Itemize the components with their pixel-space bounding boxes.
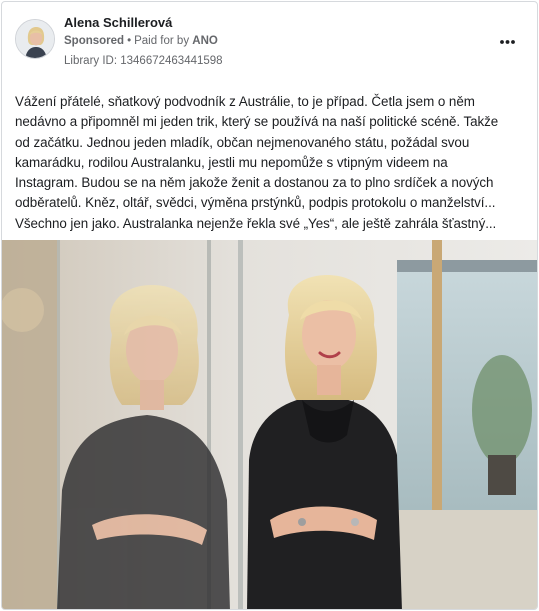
post-text-line: nedávno a připomněl mi jeden trik, který… xyxy=(15,114,499,130)
post-text-line: Všechno jen jako. Australanka nejenže ře… xyxy=(15,215,497,231)
profile-photo xyxy=(16,20,54,58)
post-text: Vážení přátelé, sňatkový podvodník z Aus… xyxy=(15,92,527,234)
post-header: Alena Schillerová Sponsored • Paid for by … xyxy=(2,2,537,82)
post-text-line: kamarádku, rodilou Australanku, jestli m… xyxy=(15,154,448,170)
library-id: Library ID: 1346672463441598 xyxy=(64,55,223,67)
post-text-line: od začátku. Jednou jeden mladík, občan n… xyxy=(15,134,470,150)
avatar[interactable] xyxy=(15,19,55,59)
separator-dot: • xyxy=(127,35,132,47)
post-image[interactable] xyxy=(2,240,537,609)
post-text-line: Vážení přátelé, sňatkový podvodník z Aus… xyxy=(15,94,475,109)
payer-name: ANO xyxy=(192,35,218,47)
post-text-line: odběratelů. Kněz, oltář, svědci, výměna … xyxy=(15,195,496,211)
sponsored-label: Sponsored xyxy=(64,35,125,47)
more-options-button[interactable] xyxy=(490,30,524,54)
post-text-line: Instagram. Budou se na něm jakože ženit … xyxy=(15,175,494,191)
more-horizontal-icon xyxy=(500,40,515,44)
paid-for-label: Paid for by xyxy=(134,35,190,47)
sponsored-line: Sponsored • Paid for by ANO xyxy=(64,35,218,47)
post-photo-illustration xyxy=(2,240,537,609)
ad-card: Alena Schillerová Sponsored • Paid for by … xyxy=(1,1,538,610)
author-name[interactable]: Alena Schillerová xyxy=(64,15,172,30)
